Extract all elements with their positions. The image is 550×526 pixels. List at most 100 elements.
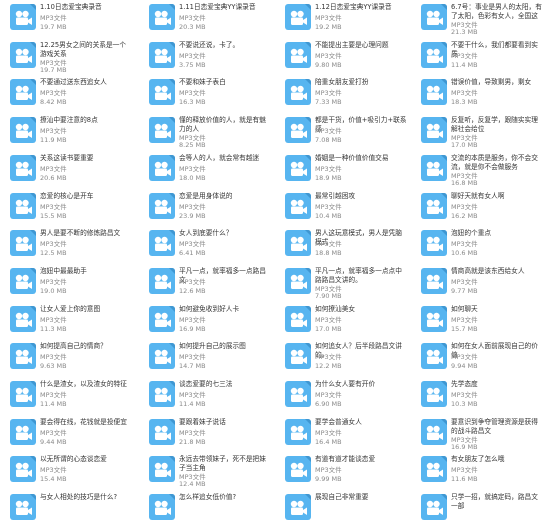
file-tile[interactable]: 交流的本质是服务，你不会交流，就是你不会做服务 MP3文件 16.8 MB	[411, 151, 544, 187]
file-name: 恋爱的核心是开车	[40, 191, 94, 200]
file-tile[interactable]: 什么是渣女，以及渣女的特征 MP3文件 11.4 MB	[0, 377, 133, 413]
file-tile[interactable]: 不要和妹子表白 MP3文件 16.3 MB	[139, 75, 272, 111]
video-file-icon	[149, 418, 175, 445]
file-tile[interactable]: 不要干什么，我们都要看到实质 MP3文件 11.4 MB	[411, 38, 544, 74]
file-tile[interactable]: 以无所谓的心态谈恋爱 MP3文件 15.4 MB	[0, 452, 133, 488]
file-type: MP3文件	[40, 240, 67, 249]
file-tile[interactable]: 男人这玩意模式，男人是凭脑模式 MP3文件 18.8 MB	[275, 226, 408, 262]
file-tile[interactable]: 懂的释放价值的人，就是有魅力的人 MP3文件 8.25 MB	[139, 113, 272, 149]
file-name: 如何撩汕美女	[315, 304, 356, 313]
file-tile[interactable]: 不能提出主要是心理问题 MP3文件 9.80 MB	[275, 38, 408, 74]
video-file-icon	[285, 494, 311, 521]
file-type: MP3文件	[451, 89, 478, 98]
file-tile[interactable]: 如何提升自己的展示图 MP3文件 14.7 MB	[139, 339, 272, 375]
file-name: 女人到底要什么？	[179, 229, 233, 238]
file-tile[interactable]: 如何撩汕美女 MP3文件 17.0 MB	[275, 302, 408, 338]
file-tile[interactable]: 让女人爱上你的意图 MP3文件 11.3 MB	[0, 302, 133, 338]
file-tile[interactable]: 不要说还说，卡了。 MP3文件 3.75 MB	[139, 38, 272, 74]
file-tile[interactable]: 1.11日恋爱宝典YY课录音 MP3文件 20.3 MB	[139, 0, 272, 36]
file-tile[interactable]: 1.10日恋爱宝典录音 MP3文件 19.7 MB	[0, 0, 133, 36]
file-tile[interactable]: 只学一招，就搞定码，路昌文一部	[411, 490, 544, 526]
file-tile[interactable]: 有女朋友了怎么哦 MP3文件 11.6 MB	[411, 452, 544, 488]
video-file-icon	[421, 41, 447, 68]
file-tile[interactable]: 为什么女人要有开价 MP3文件 6.90 MB	[275, 377, 408, 413]
file-size: 6.90 MB	[315, 400, 342, 408]
file-tile[interactable]: 如何避免收到好人卡 MP3文件 16.9 MB	[139, 302, 272, 338]
file-tile[interactable]: 最常引越困攻 MP3文件 10.4 MB	[275, 189, 408, 225]
video-file-icon	[285, 343, 311, 370]
file-tile[interactable]: 要会得在线，花钱就是投便宜 MP3文件 9.44 MB	[0, 415, 133, 451]
file-tile[interactable]: 恋爱的核心是开车 MP3文件 15.5 MB	[0, 189, 133, 225]
video-file-icon	[10, 418, 36, 445]
file-tile[interactable]: 要学会普通女人 MP3文件 16.4 MB	[275, 415, 408, 451]
video-file-icon	[10, 456, 36, 483]
file-tile[interactable]: 如何追女人？后半段路昌文讲的。 MP3文件 12.2 MB	[275, 339, 408, 375]
file-size: 9.77 MB	[451, 286, 478, 295]
file-tile[interactable]: 有道有道才能谈恋爱 MP3文件 9.99 MB	[275, 452, 408, 488]
file-tile[interactable]: 1.12日恋爱宝典YY课录音 MP3文件 19.2 MB	[275, 0, 408, 36]
file-size: 11.4 MB	[179, 400, 206, 408]
video-file-icon	[149, 117, 175, 144]
file-name: 会等人的人，就会常有越迷	[179, 153, 260, 162]
file-tile[interactable]: 12.25男女之间的关系是一个游戏关系 MP3文件 19.7 MB	[0, 38, 133, 74]
file-tile[interactable]: 陪重女朋友爱打扮 MP3文件 7.33 MB	[275, 75, 408, 111]
video-file-icon	[10, 230, 36, 257]
file-tile[interactable]: 婚姻是一种价值价值交易 MP3文件 18.9 MB	[275, 151, 408, 187]
video-file-icon	[421, 192, 447, 219]
file-tile[interactable]: 怎么样追女低价值?	[139, 490, 272, 526]
file-name: 不要说还说，卡了。	[179, 40, 240, 49]
video-file-icon	[421, 117, 447, 144]
file-type: MP3文件	[451, 353, 478, 362]
file-type: MP3文件	[315, 315, 342, 324]
file-type: MP3文件	[315, 240, 342, 249]
file-tile[interactable]: 关系这读书要重要 MP3文件 20.6 MB	[0, 151, 133, 187]
file-name: 泡妞中最最助手	[40, 266, 87, 275]
video-file-icon	[285, 4, 311, 30]
file-type: MP3文件	[40, 353, 67, 362]
file-tile[interactable]: 聊好天就有女人啊 MP3文件 16.2 MB	[411, 189, 544, 225]
file-tile[interactable]: 要意识到争夺管理资源是获得的战斗路昌文 MP3文件 16.9 MB	[411, 415, 544, 451]
video-file-icon	[149, 456, 175, 483]
file-tile[interactable]: 平凡一点，就率福多一点路昌文 MP3文件 12.6 MB	[139, 264, 272, 300]
file-tile[interactable]: 会等人的人，就会常有越迷 MP3文件 18.0 MB	[139, 151, 272, 187]
video-file-icon	[10, 305, 36, 332]
file-type: MP3文件	[179, 428, 206, 437]
file-tile[interactable]: 如何提高自己的情商？ MP3文件 9.63 MB	[0, 339, 133, 375]
file-tile[interactable]: 泡妞的个重点 MP3文件 10.6 MB	[411, 226, 544, 262]
file-tile[interactable]: 6.7号：事业是男人的太阳，有了太阳，色彩有女人，全国这事业，…MP3文件21.…	[411, 0, 544, 36]
file-tile[interactable]: 泡妞中最最助手 MP3文件 19.0 MB	[0, 264, 133, 300]
file-size: 16.9 MB	[451, 442, 478, 451]
video-file-icon	[149, 230, 175, 257]
file-tile[interactable]: 谈恋爱要的七三法 MP3文件 11.4 MB	[139, 377, 272, 413]
video-file-icon	[10, 154, 36, 181]
file-tile[interactable]: 不要通过送东西追女人 MP3文件 8.42 MB	[0, 75, 133, 111]
file-tile[interactable]: 如何在女人面前展现自己的价值 MP3文件 9.94 MB	[411, 339, 544, 375]
file-tile[interactable]: 恋爱是用身体说的 MP3文件 23.9 MB	[139, 189, 272, 225]
file-size: 16.9 MB	[179, 324, 206, 333]
file-tile[interactable]: 先学态度 MP3文件 10.3 MB	[411, 377, 544, 413]
file-tile[interactable]: 都是干货，价值+吸引力+联系感 MP3文件 7.08 MB	[275, 113, 408, 149]
file-tile[interactable]: 撩汕中要注意的8点 MP3文件 11.9 MB	[0, 113, 133, 149]
file-tile[interactable]: 要跟着妹子说话 MP3文件 21.8 MB	[139, 415, 272, 451]
file-type: MP3文件	[315, 51, 342, 60]
file-tile[interactable]: 情商高就是该东西给女人 MP3文件 9.77 MB	[411, 264, 544, 300]
file-tile[interactable]: 展现自己非常重要	[275, 490, 408, 526]
file-size: 14.7 MB	[179, 362, 206, 371]
file-name: 与女人相处的技巧是什么?	[40, 493, 118, 502]
file-size: 6.41 MB	[179, 249, 206, 258]
file-tile[interactable]: 与女人相处的技巧是什么?	[0, 490, 133, 526]
video-file-icon	[285, 79, 311, 106]
file-tile[interactable]: 永远去带领妹子，死不是把妹子当主角 MP3文件 12.4 MB	[139, 452, 272, 488]
file-tile[interactable]: 男人是要不断的修炼路昌文 MP3文件 12.5 MB	[0, 226, 133, 262]
file-type: MP3文件	[315, 14, 342, 22]
file-type: MP3文件	[315, 202, 342, 211]
file-tile[interactable]: 女人到底要什么？ MP3文件 6.41 MB	[139, 226, 272, 262]
file-name: 让女人爱上你的意图	[40, 304, 101, 313]
file-tile[interactable]: 错误价值，导致剩男，剩女 MP3文件 18.3 MB	[411, 75, 544, 111]
file-tile[interactable]: 反复听，反复学，跟随实实理解社会给位 MP3文件 17.0 MB	[411, 113, 544, 149]
file-type: MP3文件	[451, 240, 478, 249]
video-file-icon	[421, 230, 447, 257]
file-size: 11.3 MB	[40, 324, 67, 333]
file-tile[interactable]: 如何聊天 MP3文件 15.7 MB	[411, 302, 544, 338]
file-tile[interactable]: 平凡一点，就率福多一点点中路路昌文讲的。 MP3文件 7.90 MB	[275, 264, 408, 300]
